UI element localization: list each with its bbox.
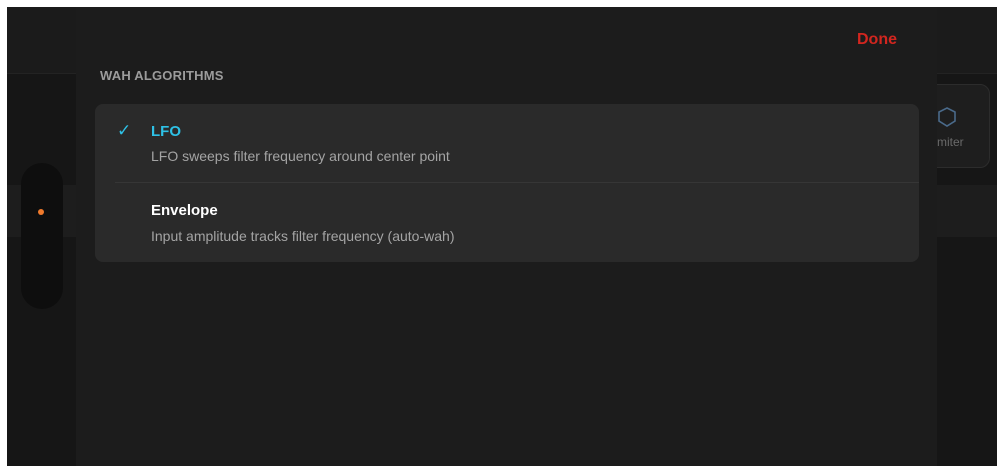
done-button[interactable]: Done — [857, 31, 897, 49]
option-title: Envelope — [151, 202, 218, 219]
option-lfo[interactable]: ✓ LFO LFO sweeps filter frequency around… — [95, 104, 919, 182]
background-slider — [21, 163, 63, 309]
algorithm-picker-sheet: Done WAH ALGORITHMS ✓ LFO LFO sweeps fil… — [76, 7, 937, 466]
algorithm-list: ✓ LFO LFO sweeps filter frequency around… — [95, 104, 919, 262]
shield-icon — [938, 107, 956, 127]
option-description: Input amplitude tracks filter frequency … — [151, 228, 455, 244]
checkmark-icon: ✓ — [117, 121, 132, 140]
option-description: LFO sweeps filter frequency around cente… — [151, 148, 450, 164]
option-envelope[interactable]: Envelope Input amplitude tracks filter f… — [95, 183, 919, 261]
app-screen: miter Done WAH ALGORITHMS ✓ LFO LFO swee… — [7, 7, 997, 466]
option-title: LFO — [151, 123, 181, 140]
module-label: miter — [937, 135, 964, 149]
section-header: WAH ALGORITHMS — [100, 68, 224, 83]
indicator-dot — [38, 209, 44, 215]
